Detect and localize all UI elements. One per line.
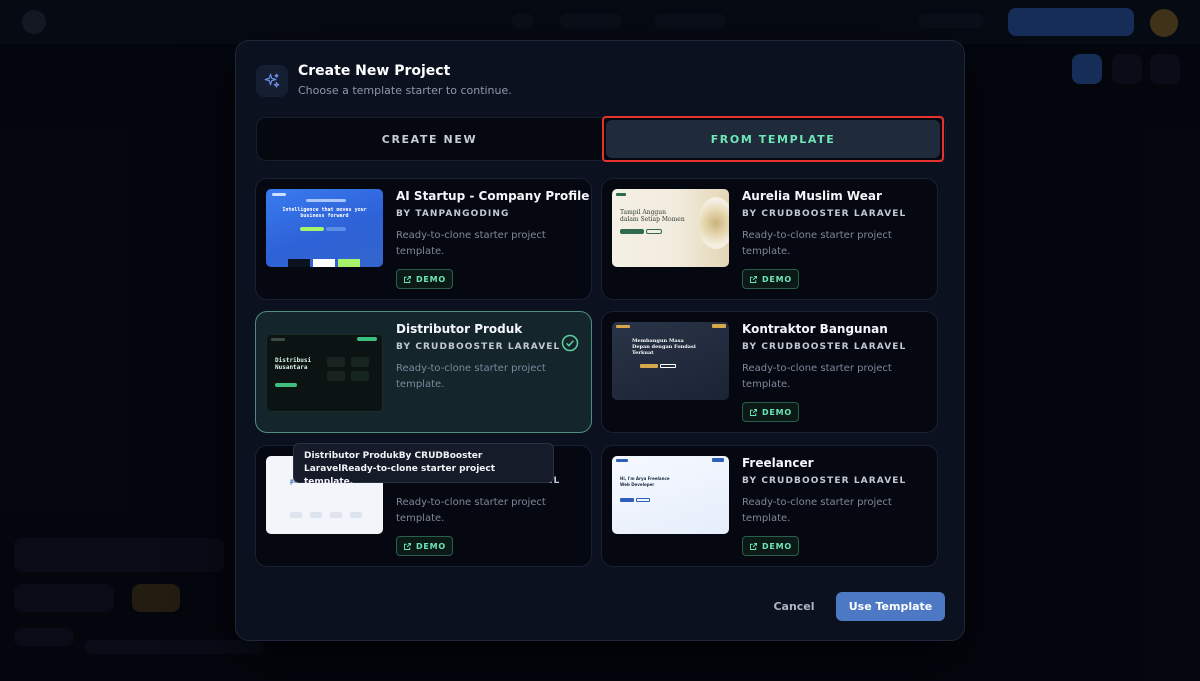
- demo-label: DEMO: [761, 541, 793, 551]
- template-author: BY CRUDBOOSTER LARAVEL: [742, 476, 907, 486]
- external-link-icon: [749, 542, 757, 550]
- template-card-freelancer[interactable]: Hi, I'm Arya Freelance Web Developer Fre…: [601, 445, 938, 567]
- template-author: BY CRUDBOOSTER LARAVEL: [742, 209, 907, 219]
- demo-button[interactable]: DEMO: [396, 536, 453, 556]
- template-card-ai-startup[interactable]: Intelligence that moves your business fo…: [255, 178, 592, 300]
- tab-create-new[interactable]: CREATE NEW: [257, 118, 602, 160]
- template-thumbnail: Hi, I'm Arya Freelance Web Developer: [612, 456, 729, 534]
- thumbnail-headline: Intelligence that moves your business fo…: [282, 207, 367, 219]
- thumbnail-headline: Membangun Masa Depan dengan Fondasi Terk…: [632, 338, 696, 356]
- template-description: Ready-to-clone starter project template.: [396, 497, 546, 524]
- selected-check-icon: [561, 334, 579, 352]
- template-card-kontraktor-bangunan[interactable]: Membangun Masa Depan dengan Fondasi Terk…: [601, 311, 938, 433]
- demo-button[interactable]: DEMO: [742, 536, 799, 556]
- tab-from-template-label: FROM TEMPLATE: [606, 120, 940, 158]
- template-author: BY CRUDBOOSTER LARAVEL: [742, 342, 907, 352]
- template-description: Ready-to-clone starter project template.: [742, 230, 892, 257]
- sparkles-icon: [256, 65, 288, 97]
- template-author: BY TANPANGODING: [396, 209, 510, 219]
- demo-button[interactable]: DEMO: [396, 269, 453, 289]
- template-author: BY CRUDBOOSTER LARAVEL: [396, 342, 561, 352]
- template-description: Ready-to-clone starter project template.: [396, 230, 546, 257]
- template-thumbnail: Membangun Masa Depan dengan Fondasi Terk…: [612, 322, 729, 400]
- template-thumbnail: Intelligence that moves your business fo…: [266, 189, 383, 267]
- external-link-icon: [749, 275, 757, 283]
- template-name: Distributor Produk: [396, 322, 523, 336]
- template-name: Aurelia Muslim Wear: [742, 189, 882, 203]
- use-template-button[interactable]: Use Template: [836, 592, 945, 621]
- demo-label: DEMO: [761, 274, 793, 284]
- thumbnail-headline: Distribusi Nusantara: [275, 357, 312, 371]
- modal-subtitle: Choose a template starter to continue.: [298, 84, 512, 97]
- template-thumbnail: Distribusi Nusantara: [266, 334, 383, 412]
- cancel-button[interactable]: Cancel: [765, 592, 823, 620]
- template-name: Kontraktor Bangunan: [742, 322, 888, 336]
- thumbnail-headline: Tampil Anggun dalam Setiap Momen: [620, 209, 685, 223]
- demo-label: DEMO: [415, 541, 447, 551]
- external-link-icon: [403, 275, 411, 283]
- external-link-icon: [403, 542, 411, 550]
- template-name: AI Startup - Company Profile: [396, 189, 590, 203]
- demo-label: DEMO: [415, 274, 447, 284]
- demo-button[interactable]: DEMO: [742, 269, 799, 289]
- template-tooltip: Distributor ProdukBy CRUDBooster Laravel…: [293, 443, 554, 487]
- external-link-icon: [749, 408, 757, 416]
- demo-label: DEMO: [761, 407, 793, 417]
- demo-button[interactable]: DEMO: [742, 402, 799, 422]
- modal-title: Create New Project: [298, 63, 451, 79]
- template-thumbnail: Tampil Anggun dalam Setiap Momen: [612, 189, 729, 267]
- template-name: Freelancer: [742, 456, 814, 470]
- tab-from-template[interactable]: FROM TEMPLATE: [602, 116, 944, 162]
- project-source-tabs: CREATE NEW FROM TEMPLATE: [256, 116, 946, 162]
- template-description: Ready-to-clone starter project template.: [742, 497, 892, 524]
- template-description: Ready-to-clone starter project template.: [742, 363, 892, 390]
- template-card-aurelia-muslim-wear[interactable]: Tampil Anggun dalam Setiap Momen Aurelia…: [601, 178, 938, 300]
- thumbnail-headline: Hi, I'm Arya Freelance Web Developer: [620, 476, 670, 487]
- template-description: Ready-to-clone starter project template.: [396, 363, 546, 390]
- template-card-distributor-produk[interactable]: Distribusi Nusantara Distributor Produk …: [255, 311, 592, 433]
